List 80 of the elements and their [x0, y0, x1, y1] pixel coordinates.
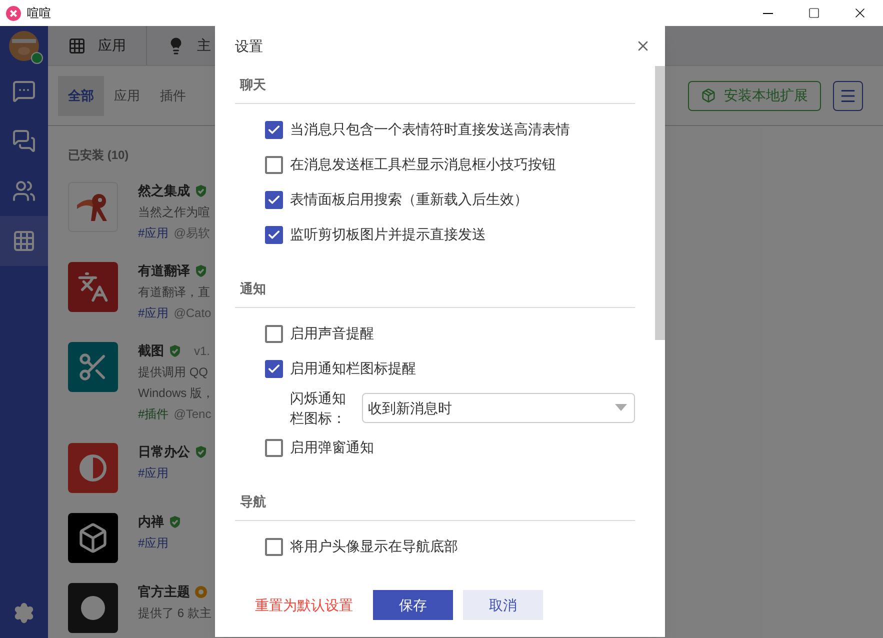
- checkbox[interactable]: [265, 226, 283, 244]
- reset-link[interactable]: 重置为默认设置: [255, 594, 353, 616]
- filter-tab[interactable]: 应用: [104, 76, 150, 116]
- translate-icon: [68, 262, 118, 312]
- option-label: 监听剪切板图片并提示直接发送: [290, 225, 486, 244]
- app-description: 当然之作为喧: [138, 204, 210, 221]
- checkbox[interactable]: [265, 438, 283, 456]
- app-tag[interactable]: #插件: [138, 405, 169, 423]
- app-description: 提供调用 QQ: [138, 364, 210, 381]
- checkbox[interactable]: [265, 190, 283, 208]
- checkbox[interactable]: [265, 324, 283, 342]
- verified-badge-icon: [195, 446, 207, 458]
- app-name[interactable]: 日常办公: [138, 443, 190, 461]
- grid-icon: [68, 36, 86, 54]
- cube-icon: [68, 513, 118, 563]
- menu-button[interactable]: [833, 80, 863, 110]
- cancel-button[interactable]: 取消: [463, 590, 543, 620]
- app-tag[interactable]: #应用: [138, 224, 169, 242]
- option-label: 将用户头像显示在导航底部: [290, 537, 458, 556]
- window-title: 喧喧: [27, 5, 51, 22]
- verified-badge-icon: [169, 516, 181, 528]
- section-label: 已安装 (10): [68, 147, 129, 164]
- select-field[interactable]: 收到新消息时: [362, 393, 635, 423]
- section-title: 导航: [235, 483, 635, 521]
- app-logo: [68, 182, 118, 232]
- app-description: 有道翻译，直: [138, 284, 211, 301]
- minimize-icon: [763, 12, 773, 14]
- option-label: 启用声音提醒: [290, 324, 374, 343]
- app-name[interactable]: 内禅: [138, 513, 164, 531]
- verified-badge-icon: [195, 185, 207, 197]
- app-name[interactable]: 然之集成: [138, 182, 190, 200]
- filter-tab[interactable]: 插件: [150, 76, 196, 116]
- option-label: 当消息只包含一个表情符时直接发送高清表情: [290, 120, 570, 139]
- filter-tab[interactable]: 全部: [58, 76, 104, 116]
- grid-icon: [12, 229, 36, 253]
- chat-icon: [12, 79, 36, 103]
- app-author: @易软: [174, 225, 210, 242]
- checkbox[interactable]: [265, 538, 283, 556]
- nav-tab[interactable]: 应用: [48, 26, 147, 65]
- avatar[interactable]: [7, 29, 41, 63]
- app-author: @Cato: [174, 305, 212, 322]
- official-badge-icon: [195, 586, 207, 598]
- option-label: 表情面板启用搜索（重新载入后生效）: [290, 190, 528, 209]
- dialog-title: 设置: [235, 36, 263, 56]
- dropdown-arrow-icon: [615, 404, 627, 412]
- option-label: 启用弹窗通知: [290, 438, 374, 457]
- app-author: @Tenc: [174, 406, 212, 423]
- app-name[interactable]: 官方主题: [138, 583, 190, 601]
- field-label: 闪烁通知栏图标：: [290, 389, 347, 428]
- messages-icon: [12, 129, 36, 153]
- app-logo-icon: [6, 6, 21, 20]
- app-version: v1.: [194, 343, 210, 360]
- package-icon: [701, 88, 716, 103]
- checkbox[interactable]: [265, 156, 283, 174]
- app-tag[interactable]: #应用: [138, 304, 169, 322]
- checkbox[interactable]: [265, 120, 283, 138]
- sidebar-item[interactable]: [0, 216, 48, 266]
- save-button[interactable]: 保存: [373, 590, 453, 620]
- check-icon: [267, 192, 281, 206]
- settings-icon[interactable]: [13, 602, 35, 624]
- check-icon: [267, 362, 281, 376]
- people-icon: [12, 179, 36, 203]
- option-label: 在消息发送框工具栏显示消息框小技巧按钮: [290, 155, 556, 174]
- section-title: 通知: [235, 270, 635, 308]
- install-local-button[interactable]: 安装本地扩展: [688, 80, 821, 110]
- maximize-icon: [808, 7, 820, 19]
- option-label: 启用通知栏图标提醒: [290, 359, 416, 378]
- section-title: 聊天: [235, 66, 635, 104]
- app-tag[interactable]: #应用: [138, 534, 169, 552]
- app-description: Windows 版，: [138, 385, 214, 402]
- check-icon: [267, 122, 281, 136]
- check-icon: [267, 228, 281, 242]
- app-tag[interactable]: #应用: [138, 464, 169, 482]
- checkbox[interactable]: [265, 360, 283, 378]
- app-description: 提供了 6 款主: [138, 605, 212, 622]
- scissors-icon: [68, 342, 118, 392]
- app-name[interactable]: 有道翻译: [138, 262, 190, 280]
- app-name[interactable]: 截图: [138, 342, 164, 360]
- verified-badge-icon: [169, 345, 181, 357]
- verified-badge-icon: [195, 265, 207, 277]
